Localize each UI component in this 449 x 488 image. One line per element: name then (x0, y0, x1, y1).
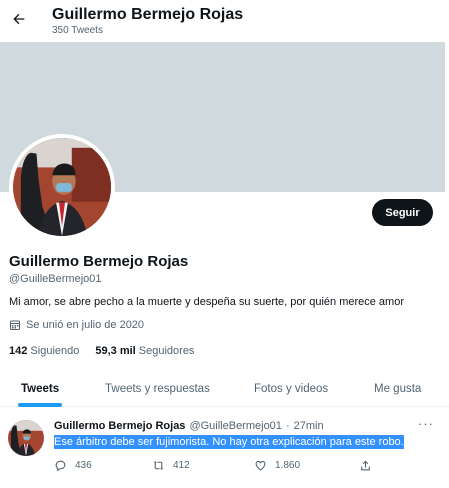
tweet-header: Guillermo Bermejo Rojas @GuilleBermejo01… (54, 420, 324, 432)
retweet-button[interactable]: 412 (152, 459, 190, 472)
tab-tweets[interactable]: Tweets (21, 383, 59, 395)
header-tweet-count: 350 Tweets (52, 25, 103, 36)
profile-avatar[interactable] (9, 134, 115, 240)
more-options-icon[interactable]: ··· (418, 416, 434, 431)
followers-link[interactable]: 59,3 mil Seguidores (95, 345, 194, 357)
avatar-photo (8, 420, 44, 456)
tweet-text: Ese árbitro debe ser fujimorista. No hay… (54, 435, 404, 449)
reply-count: 436 (75, 460, 92, 471)
header-name: Guillermo Bermejo Rojas (52, 6, 244, 23)
share-button[interactable] (359, 459, 372, 472)
following-label: Siguiendo (30, 345, 80, 357)
profile-joined: Se unió en julio de 2020 (9, 319, 144, 331)
calendar-icon (10, 320, 20, 330)
tweet-text-selected: Ese árbitro debe ser fujimorista. No hay… (54, 435, 404, 449)
followers-count: 59,3 mil (95, 345, 136, 357)
heart-icon (255, 460, 266, 471)
profile-name: Guillermo Bermejo Rojas (9, 253, 189, 270)
tweet-avatar[interactable] (8, 420, 44, 456)
profile-bio: Mi amor, se abre pecho a la muerte y des… (9, 296, 404, 308)
follow-button[interactable]: Seguir (372, 199, 433, 226)
tweet-separator: · (285, 420, 290, 432)
followers-label: Seguidores (138, 345, 195, 357)
profile-tabs: Tweets Tweets y respuestas Fotos y video… (0, 369, 449, 407)
tweet[interactable]: Guillermo Bermejo Rojas @GuilleBermejo01… (0, 408, 449, 488)
like-count: 1.860 (275, 460, 301, 471)
profile-stats: 142 Siguiendo 59,3 mil Seguidores (9, 345, 194, 357)
arrow-left-icon (13, 13, 25, 25)
following-count: 142 (9, 345, 28, 357)
back-button[interactable] (8, 8, 30, 30)
active-tab-indicator (18, 403, 62, 407)
tab-tweets-and-replies[interactable]: Tweets y respuestas (105, 383, 210, 395)
tweet-author-handle[interactable]: @GuilleBermejo01 (189, 420, 282, 432)
reply-icon (55, 460, 66, 472)
profile-handle: @GuilleBermejo01 (9, 273, 102, 285)
tab-likes[interactable]: Me gusta (374, 383, 421, 395)
retweet-count: 412 (173, 460, 190, 471)
reply-button[interactable]: 436 (54, 459, 92, 472)
tweet-actions: 436 412 1.860 (54, 459, 384, 475)
tweet-author-name[interactable]: Guillermo Bermejo Rojas (54, 420, 185, 432)
profile-header: Guillermo Bermejo Rojas 350 Tweets (0, 0, 449, 42)
share-icon (361, 460, 370, 471)
tab-photos-and-videos[interactable]: Fotos y videos (254, 383, 328, 395)
joined-text: Se unió en julio de 2020 (26, 319, 145, 331)
retweet-icon (153, 461, 164, 470)
like-button[interactable]: 1.860 (254, 459, 300, 472)
avatar-photo (13, 138, 111, 236)
tweet-time[interactable]: 27min (294, 420, 324, 432)
following-link[interactable]: 142 Siguiendo (9, 345, 79, 357)
